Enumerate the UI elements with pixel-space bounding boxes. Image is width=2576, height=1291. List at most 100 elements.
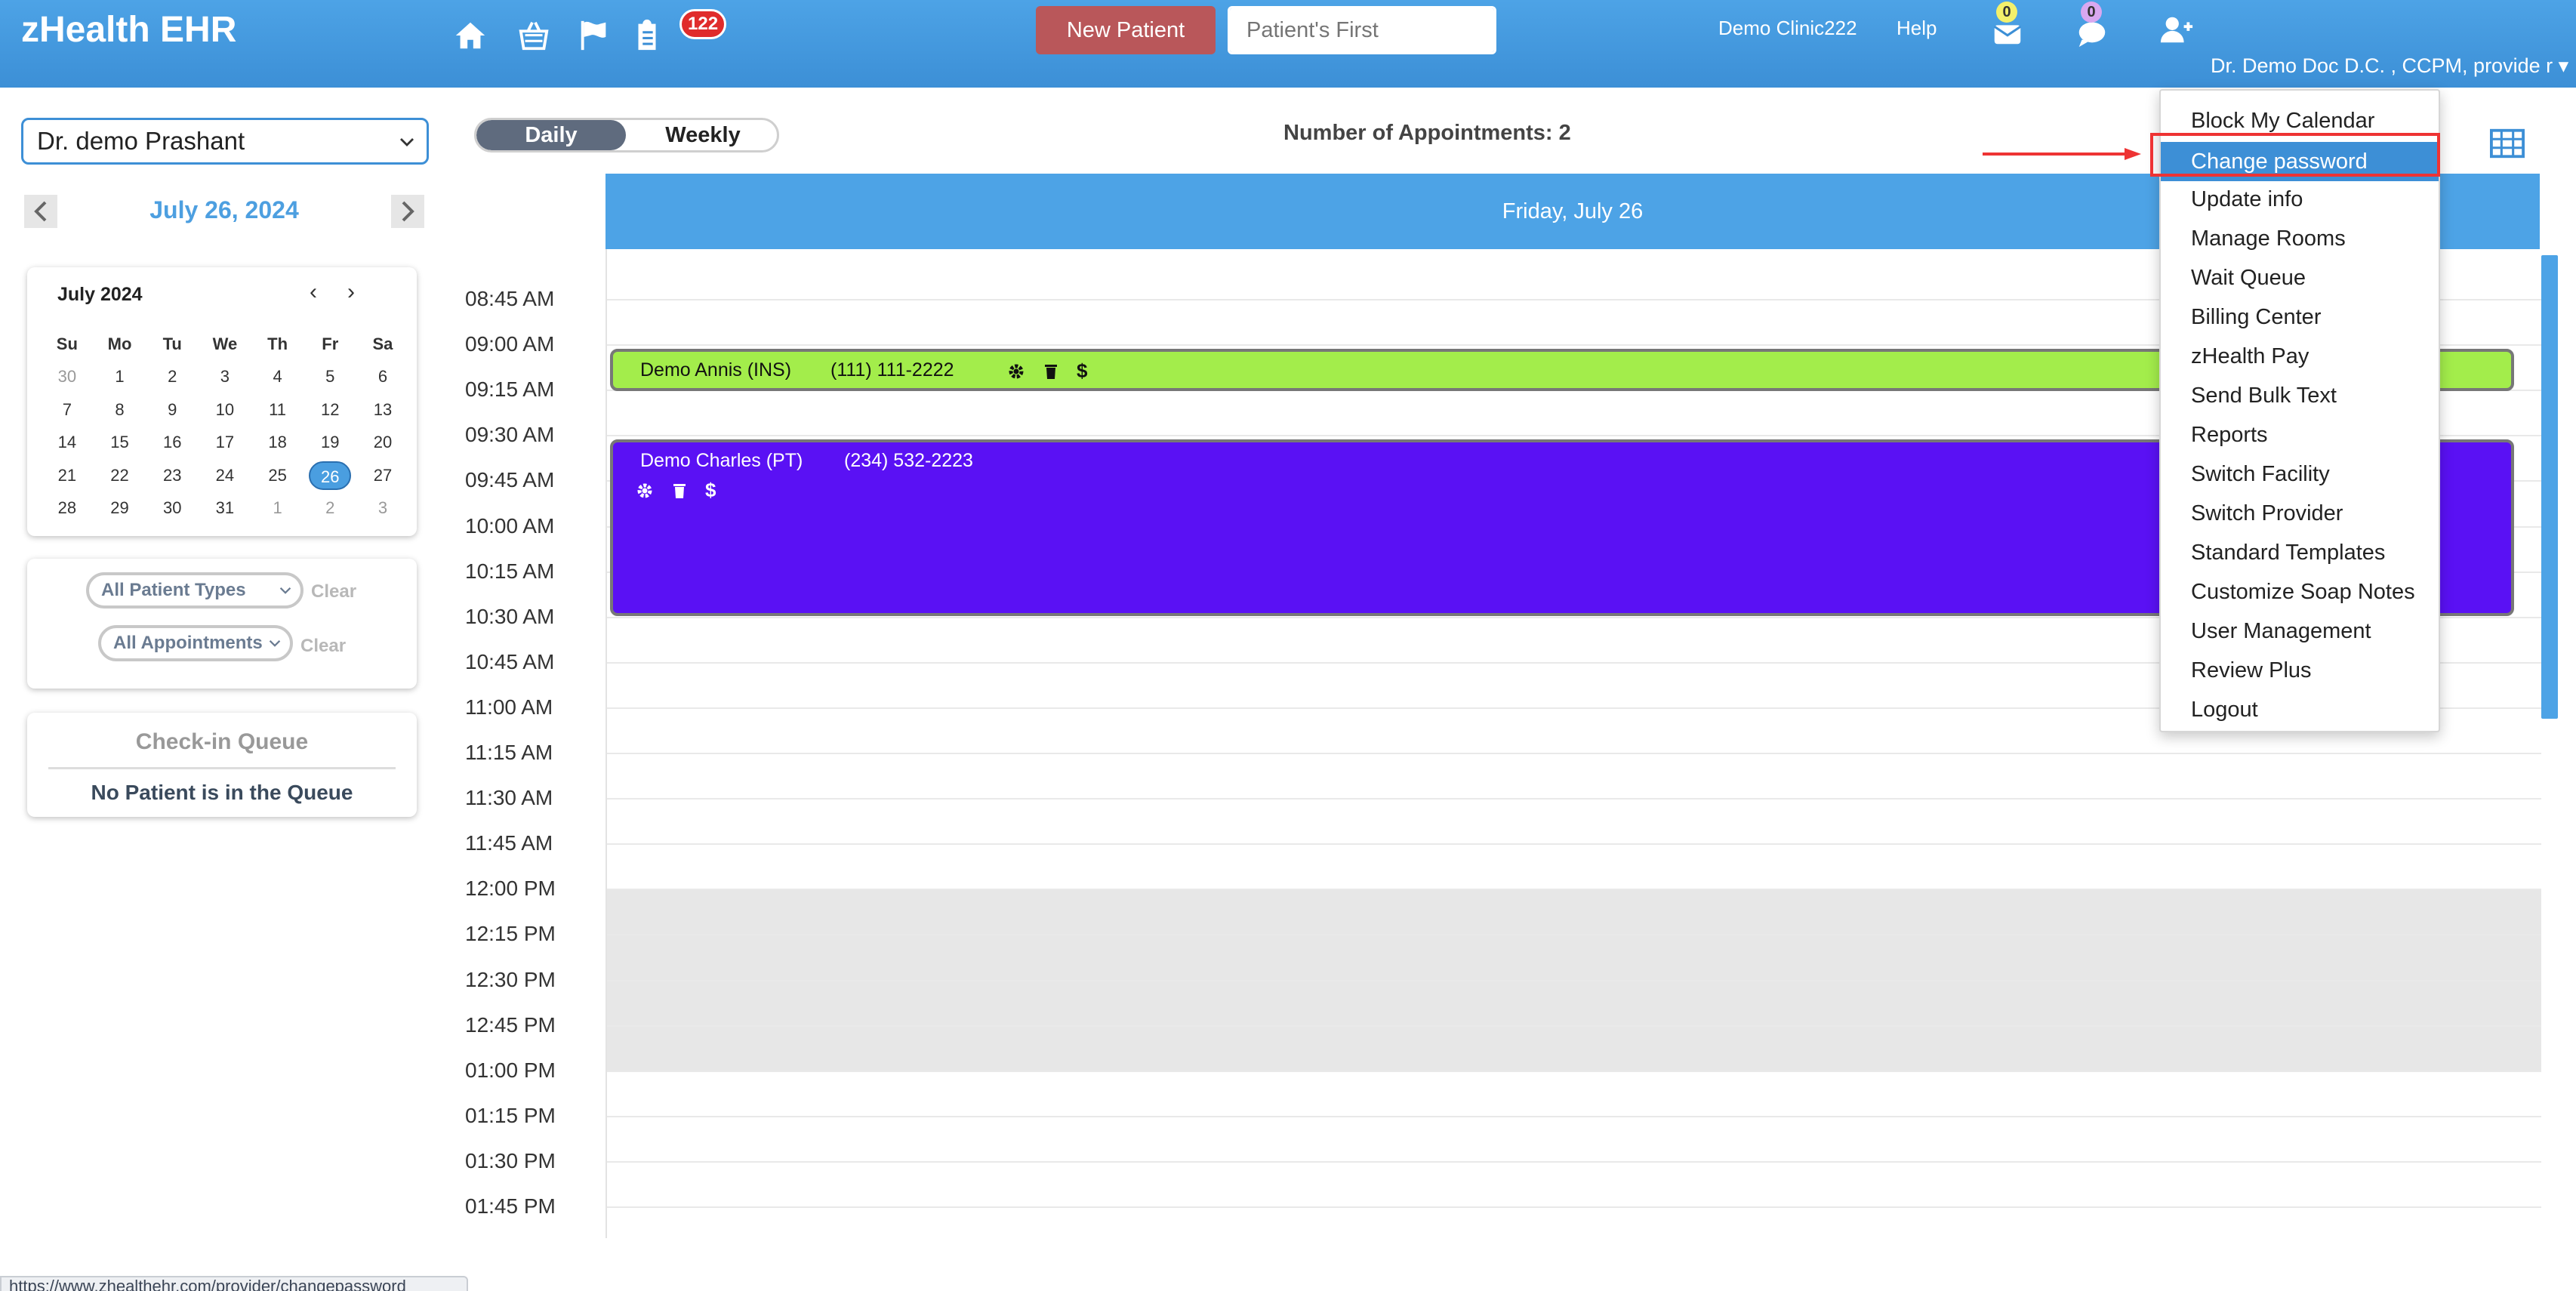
app-root: zHealth EHR 122 New Patient Demo Clinic2… xyxy=(0,0,2576,1291)
weekly-view-button[interactable]: Weekly xyxy=(627,120,777,150)
mini-calendar-day[interactable]: 23 xyxy=(146,466,199,485)
clear-patient-types-link[interactable]: Clear xyxy=(311,581,356,602)
mini-calendar-day[interactable]: 8 xyxy=(94,400,146,420)
mini-calendar-day[interactable]: 15 xyxy=(94,433,146,452)
gear-icon[interactable] xyxy=(1007,362,1025,381)
time-slot-label: 11:00 AM xyxy=(465,695,553,719)
appointments-filter[interactable]: All Appointments xyxy=(98,625,293,661)
menu-item-zhealth-pay[interactable]: zHealth Pay xyxy=(2191,344,2309,369)
mini-calendar-day[interactable]: 24 xyxy=(199,466,251,485)
help-link[interactable]: Help xyxy=(1897,17,1937,40)
menu-item-switch-facility[interactable]: Switch Facility xyxy=(2191,462,2330,487)
clear-appointments-link[interactable]: Clear xyxy=(300,636,346,657)
table-view-icon[interactable] xyxy=(2490,128,2525,159)
home-icon[interactable] xyxy=(450,15,491,56)
mini-calendar-next-icon[interactable]: › xyxy=(347,279,355,305)
mini-calendar-day[interactable]: 13 xyxy=(356,400,409,420)
daily-view-button[interactable]: Daily xyxy=(476,120,626,150)
checkin-queue-panel: Check-in Queue No Patient is in the Queu… xyxy=(27,713,417,817)
mini-calendar-day[interactable]: 10 xyxy=(199,400,251,420)
menu-item-send-bulk-text[interactable]: Send Bulk Text xyxy=(2191,384,2337,408)
mini-calendar-day[interactable]: 14 xyxy=(41,433,94,452)
queue-divider xyxy=(48,767,396,769)
day-number: 13 xyxy=(373,399,393,419)
mini-calendar-day[interactable]: 28 xyxy=(41,498,94,518)
menu-item-user-management[interactable]: User Management xyxy=(2191,619,2371,644)
mini-calendar-day[interactable]: 9 xyxy=(146,400,199,420)
time-slot-label: 11:15 AM xyxy=(465,741,553,764)
mini-calendar-day[interactable]: 17 xyxy=(199,433,251,452)
brand-logo[interactable]: zHealth EHR xyxy=(21,9,236,51)
basket-icon[interactable] xyxy=(513,15,554,56)
weekday-label: Mo xyxy=(107,334,132,353)
mini-calendar-day[interactable]: 21 xyxy=(41,466,94,485)
mini-calendar-day[interactable]: 16 xyxy=(146,433,199,452)
mini-calendar-prev-icon[interactable]: ‹ xyxy=(310,279,317,305)
mini-calendar-day[interactable]: 27 xyxy=(356,466,409,485)
menu-item-customize-soap-notes[interactable]: Customize Soap Notes xyxy=(2191,580,2415,605)
annotation-highlight-box xyxy=(2150,133,2440,177)
billing-dollar-icon[interactable]: $ xyxy=(705,479,716,502)
mini-calendar-day[interactable]: 31 xyxy=(199,498,251,518)
add-user-icon[interactable] xyxy=(2156,9,2197,50)
menu-item-switch-provider[interactable]: Switch Provider xyxy=(2191,501,2343,526)
flag-icon[interactable] xyxy=(574,15,615,56)
mini-calendar-day[interactable]: 6 xyxy=(356,367,409,387)
menu-item-wait-queue[interactable]: Wait Queue xyxy=(2191,266,2306,291)
trash-icon[interactable] xyxy=(670,482,689,500)
weekday-label: Tu xyxy=(162,334,182,353)
mini-calendar-day[interactable]: 19 xyxy=(304,433,356,452)
mini-calendar-day[interactable]: 29 xyxy=(94,498,146,518)
mini-calendar-day[interactable]: 3 xyxy=(356,498,409,518)
mini-calendar-day[interactable]: 2 xyxy=(304,498,356,518)
menu-item-block-my-calendar[interactable]: Block My Calendar xyxy=(2191,109,2374,134)
patient-search-input[interactable] xyxy=(1230,8,1494,52)
time-slot-line xyxy=(607,798,2541,800)
menu-item-reports[interactable]: Reports xyxy=(2191,423,2268,448)
top-navbar: zHealth EHR 122 New Patient Demo Clinic2… xyxy=(0,0,2576,88)
menu-item-logout[interactable]: Logout xyxy=(2191,698,2258,723)
mini-calendar-day[interactable]: 30 xyxy=(146,498,199,518)
provider-select[interactable]: Dr. demo Prashant xyxy=(21,118,429,165)
date-navigator: July 26, 2024 xyxy=(21,193,427,231)
menu-item-manage-rooms[interactable]: Manage Rooms xyxy=(2191,226,2346,251)
mini-calendar-day[interactable]: 25 xyxy=(251,466,304,485)
mini-calendar-day[interactable]: 1 xyxy=(94,367,146,387)
day-number: 9 xyxy=(168,399,177,419)
mini-calendar-day[interactable]: 11 xyxy=(251,400,304,420)
mini-calendar-day[interactable]: 5 xyxy=(304,367,356,387)
day-number: 12 xyxy=(321,399,340,419)
mini-calendar-day[interactable]: 2 xyxy=(146,367,199,387)
day-number: 24 xyxy=(215,465,235,485)
mini-calendar-day[interactable]: 30 xyxy=(41,367,94,387)
billing-dollar-icon[interactable]: $ xyxy=(1077,359,1087,383)
time-slot-line xyxy=(607,979,2541,981)
calendar-scrollbar[interactable] xyxy=(2541,255,2558,719)
menu-item-billing-center[interactable]: Billing Center xyxy=(2191,305,2321,330)
mini-calendar-day[interactable]: 22 xyxy=(94,466,146,485)
mini-calendar-day[interactable]: 1 xyxy=(251,498,304,518)
trash-icon[interactable] xyxy=(1042,362,1060,381)
day-number: 16 xyxy=(162,433,182,452)
mini-calendar-day[interactable]: 18 xyxy=(251,433,304,452)
mini-calendar-day-selected[interactable]: 26 xyxy=(304,461,356,490)
menu-item-review-plus[interactable]: Review Plus xyxy=(2191,658,2312,683)
menu-item-standard-templates[interactable]: Standard Templates xyxy=(2191,541,2385,565)
time-slot-line xyxy=(607,934,2541,936)
new-patient-button[interactable]: New Patient xyxy=(1036,6,1216,54)
mini-calendar-day[interactable]: 20 xyxy=(356,433,409,452)
provider-account-dropdown[interactable]: Dr. Demo Doc D.C. , CCPM, provide r ▾ xyxy=(2211,54,2568,78)
patient-types-filter[interactable]: All Patient Types xyxy=(86,572,304,609)
next-day-button[interactable] xyxy=(391,195,424,228)
mini-calendar-day[interactable]: 12 xyxy=(304,400,356,420)
mini-calendar: July 2024 ‹ › Su Mo Tu We Th Fr Sa 30 1 2 3 4 5 6 7 8 9 1… xyxy=(27,267,417,536)
gear-icon[interactable] xyxy=(636,482,654,500)
clinic-name-link[interactable]: Demo Clinic222 xyxy=(1718,17,1857,40)
menu-item-update-info[interactable]: Update info xyxy=(2191,187,2303,212)
time-slot-label: 01:00 PM xyxy=(465,1058,556,1082)
mini-calendar-day[interactable]: 4 xyxy=(251,367,304,387)
mini-calendar-day[interactable]: 3 xyxy=(199,367,251,387)
notification-count-badge[interactable]: 122 xyxy=(679,9,727,39)
mini-calendar-day[interactable]: 7 xyxy=(41,400,94,420)
clipboard-icon[interactable] xyxy=(627,15,667,56)
